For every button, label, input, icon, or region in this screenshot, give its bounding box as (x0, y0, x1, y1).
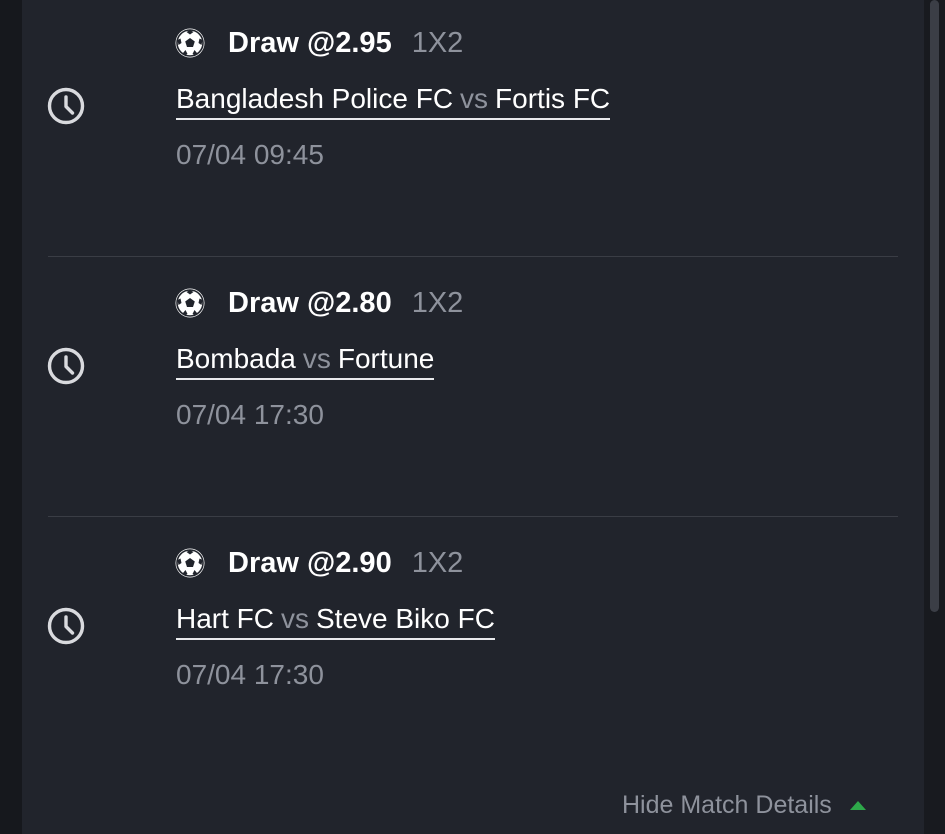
clock-icon (47, 87, 85, 125)
selection-label: Draw @2.90 (228, 546, 392, 579)
divider (48, 256, 898, 257)
soccer-ball-icon (175, 288, 205, 318)
clock-icon (47, 347, 85, 385)
bet-leg: Draw @2.90 1X2 Hart FC vs Steve Biko FC 07… (22, 520, 924, 778)
kickoff-time: 07/04 09:45 (176, 139, 324, 170)
clock-icon (47, 607, 85, 645)
match-link[interactable]: Hart FC vs Steve Biko FC (176, 602, 495, 640)
home-team: Bombada (176, 343, 296, 374)
market-label: 1X2 (411, 546, 464, 579)
match-link[interactable]: Bangladesh Police FC vs Fortis FC (176, 82, 611, 120)
vs-label: vs (302, 343, 331, 374)
home-team: Hart FC (176, 603, 274, 634)
home-team: Bangladesh Police FC (176, 83, 454, 114)
market-label: 1X2 (411, 26, 464, 59)
bet-leg: Draw @2.95 1X2 Bangladesh Police FC vs For… (22, 0, 924, 258)
selection-row: Draw @2.80 1X2 (174, 285, 463, 321)
selection-label: Draw @2.95 (228, 26, 392, 59)
selection-row: Draw @2.90 1X2 (174, 545, 463, 581)
away-team: Fortis FC (495, 83, 611, 114)
caret-up-icon (849, 800, 866, 810)
bet-leg: Draw @2.80 1X2 Bombada vs Fortune 07/04 17… (22, 260, 924, 518)
away-team: Steve Biko FC (316, 603, 495, 634)
soccer-ball-icon (175, 28, 205, 58)
match-link[interactable]: Bombada vs Fortune (176, 342, 435, 380)
kickoff-time: 07/04 17:30 (176, 399, 324, 430)
divider (48, 516, 898, 517)
selection-label: Draw @2.80 (228, 286, 392, 319)
hide-match-details-button[interactable]: Hide Match Details (622, 788, 866, 822)
kickoff-time: 07/04 17:30 (176, 659, 324, 690)
soccer-ball-icon (175, 548, 205, 578)
page: Draw @2.95 1X2 Bangladesh Police FC vs For… (0, 0, 945, 834)
away-team: Fortune (337, 343, 435, 374)
market-label: 1X2 (411, 286, 464, 319)
selection-row: Draw @2.95 1X2 (174, 25, 463, 61)
vs-label: vs (281, 603, 309, 634)
bet-details-card: Draw @2.95 1X2 Bangladesh Police FC vs For… (22, 0, 924, 834)
vs-label: vs (460, 83, 489, 114)
hide-match-details-label: Hide Match Details (622, 790, 832, 819)
scrollbar[interactable] (930, 0, 939, 612)
